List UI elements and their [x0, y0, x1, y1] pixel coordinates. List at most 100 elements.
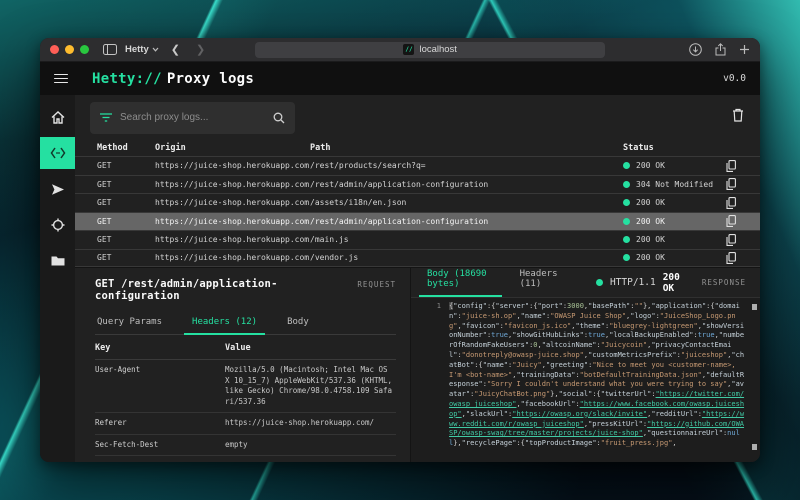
status-dot — [623, 199, 630, 206]
copy-button[interactable] — [726, 178, 760, 190]
clear-logs-button[interactable] — [732, 108, 744, 127]
scope-icon — [51, 218, 65, 232]
cell-method: GET — [97, 235, 155, 244]
status-text: 200 OK — [636, 235, 665, 244]
response-tabbar: Body (18690 bytes)Headers (11) HTTP/1.1 … — [411, 268, 760, 298]
app-menu-label: Hetty — [125, 44, 149, 55]
scrollbar-marker-bottom[interactable] — [752, 444, 757, 450]
col-value: Value — [225, 343, 396, 353]
cell-status: 200 OK — [623, 198, 726, 207]
header-value: en-US,en;q=0.9 — [225, 461, 396, 462]
status-dot — [623, 236, 630, 243]
cell-status: 304 Not Modified — [623, 180, 726, 189]
cell-path: /assets/i18n/en.json — [310, 198, 623, 207]
response-body-editor[interactable]: 1 {"config":{"server":{"port":3000,"base… — [411, 298, 760, 462]
header-value: https://juice-shop.herokuapp.com/ — [225, 418, 396, 429]
status-text: 200 OK — [636, 217, 665, 226]
sidebar-item-projects[interactable] — [40, 245, 75, 277]
proxy-log-table: Method Origin Path Status GEThttps://jui… — [75, 140, 760, 267]
header-key: User-Agent — [95, 365, 225, 407]
close-window-button[interactable] — [50, 45, 59, 54]
sidebar-item-sender[interactable] — [40, 173, 75, 205]
zoom-window-button[interactable] — [80, 45, 89, 54]
sidebar-item-scope[interactable] — [40, 209, 75, 241]
copy-icon — [726, 215, 736, 227]
tab-query-params[interactable]: Query Params — [95, 317, 164, 334]
copy-button[interactable] — [726, 215, 760, 227]
tab-body-18690-bytes[interactable]: Body (18690 bytes) — [425, 269, 496, 296]
table-header-row: Method Origin Path Status — [75, 140, 760, 156]
sender-icon — [51, 183, 65, 196]
cell-status: 200 OK — [623, 161, 726, 170]
copy-button[interactable] — [726, 160, 760, 172]
col-method: Method — [97, 143, 155, 153]
request-panel: GET /rest/admin/application-configuratio… — [75, 268, 410, 462]
search-icon[interactable] — [273, 112, 285, 124]
sidebar-item-home[interactable] — [40, 101, 75, 133]
cell-path: /main.js — [310, 235, 623, 244]
col-status: Status — [623, 143, 726, 153]
table-row[interactable]: GEThttps://juice-shop.herokuapp.com/rest… — [75, 156, 760, 175]
copy-button[interactable] — [726, 252, 760, 264]
table-row[interactable]: GEThttps://juice-shop.herokuapp.com/vend… — [75, 249, 760, 268]
col-path: Path — [310, 143, 623, 153]
site-favicon: // — [403, 44, 414, 55]
download-icon[interactable] — [689, 43, 702, 56]
sidebar-item-proxy-logs[interactable] — [40, 137, 75, 169]
search-input[interactable] — [120, 112, 265, 123]
copy-button[interactable] — [726, 234, 760, 246]
status-text: 200 OK — [636, 198, 665, 207]
table-row[interactable]: GEThttps://juice-shop.herokuapp.com/rest… — [75, 212, 760, 231]
sidebar-toggle-icon[interactable] — [103, 44, 117, 55]
status-code: 200 OK — [663, 272, 680, 294]
scrollbar-marker-top[interactable] — [752, 304, 757, 310]
search-box[interactable] — [90, 102, 295, 134]
table-row[interactable]: GEThttps://juice-shop.herokuapp.com/rest… — [75, 175, 760, 194]
copy-icon — [726, 252, 736, 264]
chevron-down-icon — [152, 47, 159, 52]
header-value: empty — [225, 440, 396, 451]
browser-app-menu[interactable]: Hetty — [125, 44, 159, 55]
cell-method: GET — [97, 217, 155, 226]
back-button[interactable]: ❮ — [167, 43, 184, 56]
headers-table-body: User-AgentMozilla/5.0 (Macintosh; Intel … — [95, 360, 396, 462]
version-badge: v0.0 — [723, 73, 746, 84]
tab-body[interactable]: Body — [285, 317, 311, 334]
new-tab-icon[interactable] — [739, 44, 750, 55]
response-tabs: Body (18690 bytes) Headers (11) — [425, 269, 566, 296]
col-origin: Origin — [155, 143, 310, 153]
share-icon[interactable] — [715, 43, 726, 56]
status-dot — [623, 162, 630, 169]
menu-icon[interactable] — [54, 74, 68, 84]
request-tabs: Query Params Headers (12) Body — [95, 317, 396, 335]
cell-path: /rest/admin/application-configuration — [310, 217, 623, 226]
header-row: Accept-Languageen-US,en;q=0.9 — [95, 456, 396, 462]
table-row[interactable]: GEThttps://juice-shop.herokuapp.com/asse… — [75, 193, 760, 212]
desktop-background: Hetty ❮ ❯ // localhost — [0, 0, 800, 500]
header-value: Mozilla/5.0 (Macintosh; Intel Mac OS X 1… — [225, 365, 396, 407]
copy-icon — [726, 160, 736, 172]
cell-status: 200 OK — [623, 217, 726, 226]
cell-method: GET — [97, 161, 155, 170]
cell-origin: https://juice-shop.herokuapp.com — [155, 235, 310, 244]
cell-method: GET — [97, 253, 155, 262]
address-bar[interactable]: // localhost — [255, 42, 605, 58]
cell-origin: https://juice-shop.herokuapp.com — [155, 180, 310, 189]
header-key: Accept-Language — [95, 461, 225, 462]
col-key: Key — [95, 343, 225, 353]
forward-button[interactable]: ❯ — [192, 43, 209, 56]
proxy-logs-page: Method Origin Path Status GEThttps://jui… — [75, 95, 760, 462]
minimize-window-button[interactable] — [65, 45, 74, 54]
cell-status: 200 OK — [623, 235, 726, 244]
header-key: Referer — [95, 418, 225, 429]
app-header: Hetty://Proxy logs v0.0 — [40, 62, 760, 95]
status-dot — [623, 254, 630, 261]
response-body-text: {"config":{"server":{"port":3000,"basePa… — [449, 302, 746, 449]
tab-headers-11[interactable]: Headers (11) — [518, 269, 566, 296]
table-row[interactable]: GEThttps://juice-shop.herokuapp.com/main… — [75, 230, 760, 249]
copy-button[interactable] — [726, 197, 760, 209]
logo-text: Hetty:// — [92, 71, 162, 87]
browser-titlebar: Hetty ❮ ❯ // localhost — [40, 38, 760, 62]
tab-headers-12[interactable]: Headers (12) — [190, 317, 259, 334]
cell-origin: https://juice-shop.herokuapp.com — [155, 161, 310, 170]
